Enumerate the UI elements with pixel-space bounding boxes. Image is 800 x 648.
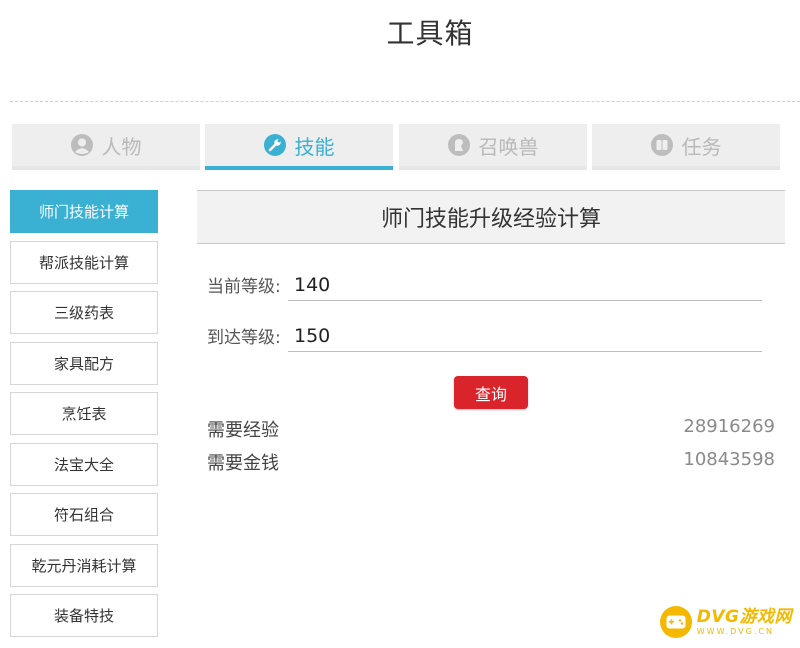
result-value: 28916269 bbox=[683, 416, 775, 437]
header-divider bbox=[10, 101, 800, 102]
sidebar-item-medicine-table[interactable]: 三级药表 bbox=[10, 291, 158, 334]
sidebar-item-equipment-skills[interactable]: 装备特技 bbox=[10, 594, 158, 637]
target-level-field: 到达等级: bbox=[207, 320, 763, 354]
sidebar-item-master-skill-calc[interactable]: 师门技能计算 bbox=[10, 190, 158, 233]
tab-label: 召唤兽 bbox=[478, 134, 539, 159]
calculator-panel: 师门技能升级经验计算 当前等级: 到达等级: 查询 需要经验 28916269 … bbox=[197, 190, 785, 474]
sidebar-item-furniture-recipes[interactable]: 家具配方 bbox=[10, 342, 158, 385]
current-level-input[interactable] bbox=[288, 269, 762, 301]
current-level-label: 当前等级: bbox=[207, 277, 281, 297]
tab-skills[interactable]: 技能 bbox=[205, 124, 393, 170]
tab-label: 技能 bbox=[294, 134, 335, 159]
sidebar-item-treasure-list[interactable]: 法宝大全 bbox=[10, 443, 158, 486]
page-title: 工具箱 bbox=[386, 17, 474, 50]
result-label: 需要经验 bbox=[207, 420, 279, 441]
book-icon bbox=[650, 134, 673, 156]
current-level-field: 当前等级: bbox=[207, 269, 763, 303]
tab-summon-beast[interactable]: 召唤兽 bbox=[399, 124, 587, 170]
tab-tasks[interactable]: 任务 bbox=[592, 124, 780, 170]
panel-title: 师门技能升级经验计算 bbox=[197, 190, 785, 244]
result-value: 10843598 bbox=[683, 449, 775, 470]
result-label: 需要金钱 bbox=[207, 453, 279, 474]
wrench-icon bbox=[263, 134, 286, 156]
result-row-experience: 需要经验 28916269 bbox=[207, 416, 775, 442]
page: 工具箱 人物 技能 召唤兽 任务 师门技能计算 帮派技能计算 三级药表 家具配方… bbox=[0, 0, 800, 648]
sidebar-item-cooking-table[interactable]: 烹饪表 bbox=[10, 392, 158, 435]
tab-label: 人物 bbox=[101, 134, 142, 159]
result-row-money: 需要金钱 10843598 bbox=[207, 449, 775, 475]
gamepad-icon bbox=[659, 606, 692, 638]
watermark-url: WWW.DVG.CN bbox=[696, 626, 774, 636]
query-button[interactable]: 查询 bbox=[454, 376, 528, 409]
pet-icon bbox=[447, 134, 470, 156]
tab-character[interactable]: 人物 bbox=[12, 124, 200, 170]
sidebar-item-guild-skill-calc[interactable]: 帮派技能计算 bbox=[10, 241, 158, 284]
target-level-input[interactable] bbox=[288, 320, 762, 352]
person-icon bbox=[70, 134, 93, 156]
tab-bar: 人物 技能 召唤兽 任务 bbox=[12, 124, 780, 170]
tab-label: 任务 bbox=[681, 134, 722, 159]
target-level-label: 到达等级: bbox=[207, 328, 281, 348]
sidebar-item-qianyuan-calc[interactable]: 乾元丹消耗计算 bbox=[10, 544, 158, 587]
site-watermark: DVG游戏网 WWW.DVG.CN bbox=[659, 606, 792, 638]
watermark-name: DVG游戏网 bbox=[696, 606, 792, 627]
sidebar-item-runestone-combos[interactable]: 符石组合 bbox=[10, 493, 158, 536]
